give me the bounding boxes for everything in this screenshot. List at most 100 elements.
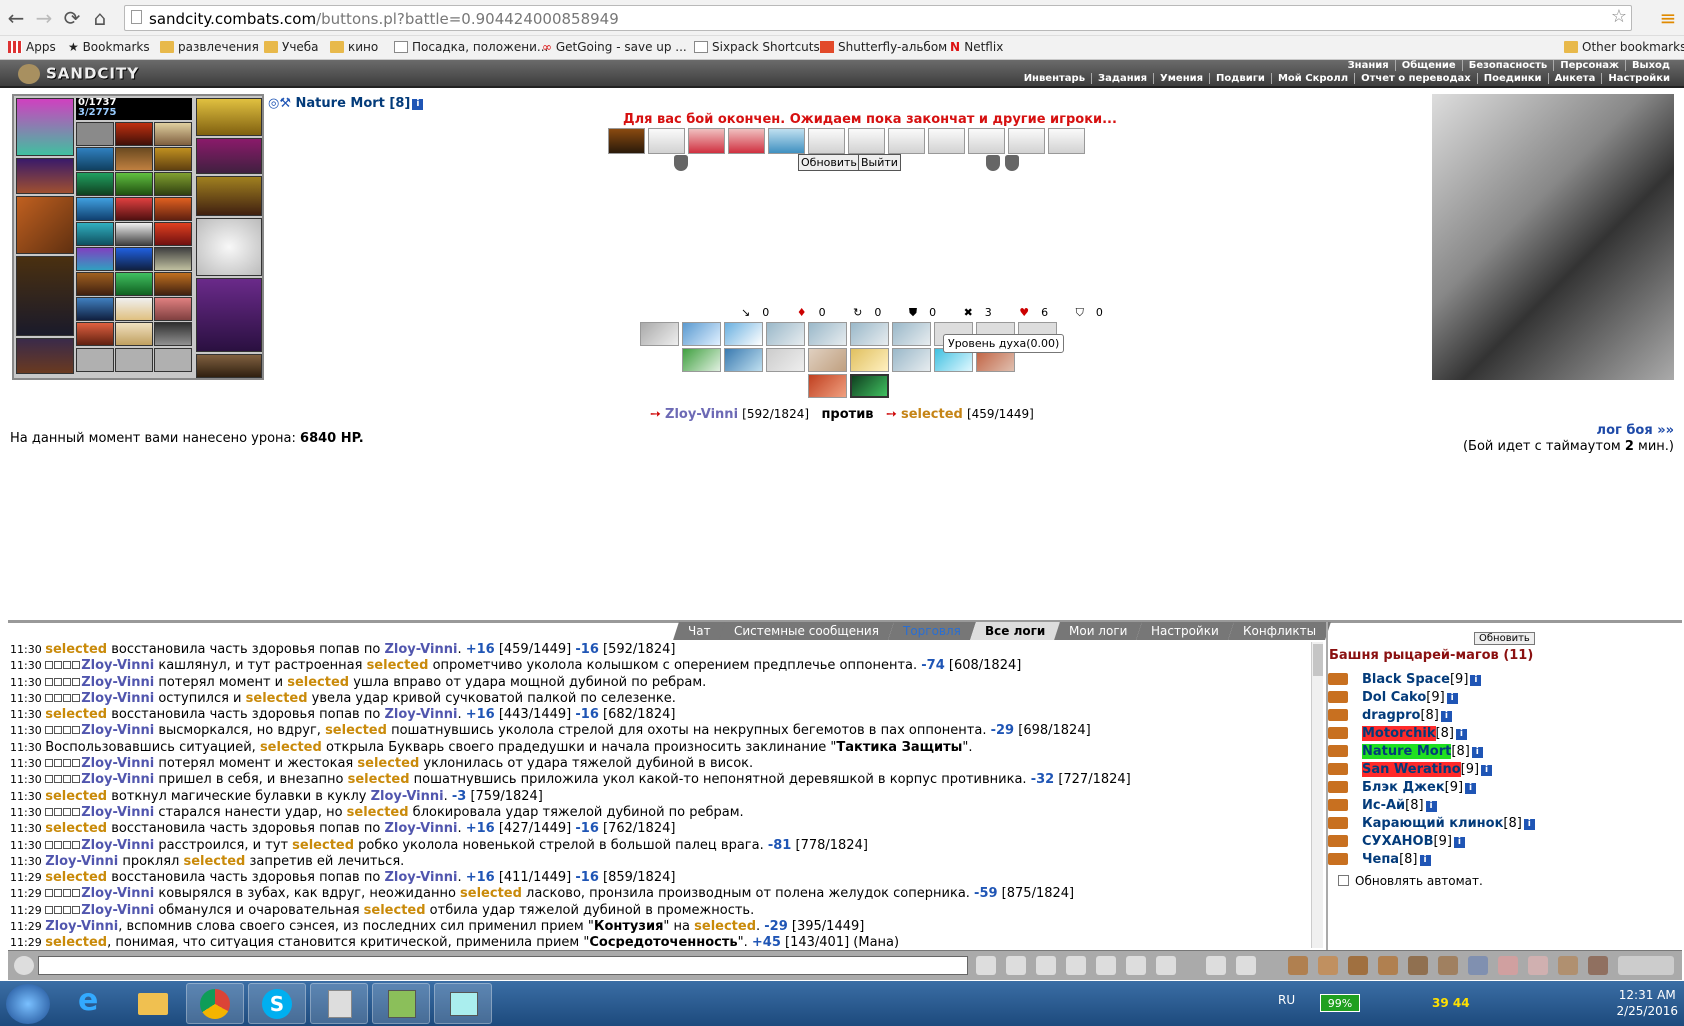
fighter-2[interactable]: selected — [901, 407, 963, 422]
tab-all-logs[interactable]: Все логи — [969, 622, 1061, 640]
weapon-slot[interactable] — [16, 196, 74, 254]
amulet-slot[interactable] — [196, 98, 262, 136]
clan-member[interactable]: dragpro[8] i — [1328, 708, 1452, 723]
skill-slot[interactable] — [640, 322, 679, 346]
menu-duels[interactable]: Поединки — [1476, 73, 1548, 84]
rune-slot[interactable] — [154, 122, 192, 146]
tab-trade[interactable]: Торговля — [888, 622, 977, 640]
spell-slot[interactable] — [76, 247, 114, 271]
quest-icon[interactable] — [1438, 956, 1458, 975]
bookmark-other[interactable]: Other bookmarks — [1564, 40, 1684, 54]
tools-icon[interactable] — [1318, 956, 1338, 975]
globe-icon[interactable] — [1468, 956, 1488, 975]
ring-slot[interactable] — [196, 138, 262, 174]
log-scrollbar[interactable] — [1311, 642, 1323, 948]
tab-system[interactable]: Системные сообщения — [719, 622, 895, 640]
exit-button[interactable]: Выйти — [858, 154, 901, 171]
app-icon[interactable] — [372, 983, 430, 1024]
skill-slot[interactable] — [850, 322, 889, 346]
clan-member[interactable]: Блэк Джек[9] i — [1328, 780, 1477, 795]
clear-icon[interactable] — [1006, 956, 1026, 975]
clan-refresh-button[interactable]: Обновить — [1474, 632, 1535, 645]
spell-slot[interactable] — [76, 297, 114, 321]
auto-update-checkbox[interactable] — [1338, 875, 1349, 886]
spell-slot[interactable] — [115, 322, 153, 346]
menu-communication[interactable]: Общение — [1394, 60, 1462, 71]
bookmark-bookmarks[interactable]: ★ Bookmarks — [68, 40, 150, 54]
spell-slot[interactable] — [154, 247, 192, 271]
menu-quests[interactable]: Задания — [1091, 73, 1154, 84]
empty-slot[interactable] — [76, 348, 114, 372]
helmet-slot[interactable] — [16, 98, 74, 156]
bookmark-netflix[interactable]: N Netflix — [950, 40, 1003, 54]
skype-icon[interactable]: S — [248, 983, 306, 1024]
spell-slot[interactable] — [76, 147, 114, 171]
save-icon[interactable] — [1066, 956, 1086, 975]
bookmark-getgoing[interactable]: ∞ GetGoing - save up ... — [542, 40, 687, 54]
bookmark-folder[interactable]: кино — [330, 40, 378, 54]
spell-slot[interactable] — [154, 172, 192, 196]
smile-icon[interactable] — [1206, 956, 1226, 975]
potion-icon[interactable] — [1348, 956, 1368, 975]
clan-member[interactable]: Black Space[9] i — [1328, 672, 1482, 687]
clan-member[interactable]: Ис-Ай[8] i — [1328, 798, 1437, 813]
clan-member[interactable]: СУХАНОВ[9] i — [1328, 834, 1465, 849]
spell-slot[interactable] — [76, 197, 114, 221]
skill-slot[interactable] — [892, 322, 931, 346]
clan-member[interactable]: Motorchik[8] i — [1328, 726, 1467, 741]
spell-slot[interactable] — [115, 247, 153, 271]
fighter-icon[interactable] — [1096, 956, 1116, 975]
scroll-thumb[interactable] — [1313, 644, 1323, 676]
clan-member[interactable]: Карающий клинок[8] i — [1328, 816, 1535, 831]
start-button[interactable] — [6, 984, 50, 1024]
refresh-button[interactable]: Обновить — [798, 154, 860, 171]
language-indicator[interactable]: RU — [1278, 993, 1295, 1007]
skill-slot[interactable] — [724, 322, 763, 346]
belt-slot[interactable] — [16, 338, 74, 374]
stats-icon[interactable] — [1126, 956, 1146, 975]
bookmark-shutterfly[interactable]: Shutterfly-альбом — [820, 40, 947, 54]
info-icon[interactable]: i — [412, 99, 424, 110]
character-avatar[interactable] — [1432, 94, 1674, 380]
active-effect[interactable] — [688, 128, 725, 154]
gloves-slot[interactable] — [196, 176, 262, 216]
home-icon[interactable]: ⌂ — [88, 6, 112, 30]
shield-slot[interactable] — [196, 218, 262, 276]
helmet-icon[interactable] — [1236, 956, 1256, 975]
battle-log-link[interactable]: лог боя »» — [1597, 423, 1674, 438]
app-icon[interactable] — [434, 983, 492, 1024]
skill-slot[interactable] — [808, 374, 847, 398]
spell-slot[interactable] — [76, 172, 114, 196]
filter-icon[interactable] — [1036, 956, 1056, 975]
bookmark-folder[interactable]: развлечения — [160, 40, 259, 54]
tab-conflicts[interactable]: Конфликты — [1227, 622, 1332, 640]
empty-slot[interactable] — [115, 348, 153, 372]
menu-exit[interactable]: Выход — [1624, 60, 1676, 71]
clan-member[interactable]: San Weratino[9] i — [1328, 762, 1493, 777]
calculator-icon[interactable] — [310, 983, 368, 1024]
boots-slot[interactable] — [196, 354, 262, 378]
spell-slot[interactable] — [154, 222, 192, 246]
star-icon[interactable]: ☆ — [1611, 6, 1627, 27]
battery-indicator[interactable]: 99% — [1320, 994, 1360, 1012]
spell-slot[interactable] — [115, 197, 153, 221]
chest-icon[interactable] — [1378, 956, 1398, 975]
tab-settings[interactable]: Настройки — [1136, 622, 1235, 640]
skill-slot[interactable] — [766, 322, 805, 346]
skill-slot[interactable] — [724, 348, 763, 372]
spell-slot[interactable] — [115, 147, 153, 171]
skill-slot[interactable] — [892, 348, 931, 372]
skill-slot[interactable] — [808, 322, 847, 346]
clan-member[interactable]: Чепа[8] i — [1328, 852, 1431, 867]
clan-member[interactable]: Nature Mort[8] i — [1328, 744, 1483, 759]
menu-inventory[interactable]: Инвентарь — [1018, 73, 1091, 84]
clock[interactable]: 12:31 AM 2/25/2016 — [1616, 987, 1678, 1019]
menu-knowledge[interactable]: Знания — [1342, 60, 1395, 71]
rune-slot[interactable] — [76, 122, 114, 146]
tab-my-logs[interactable]: Мои логи — [1054, 622, 1143, 640]
menu-scroll[interactable]: Мой Скролл — [1270, 73, 1355, 84]
friends-icon[interactable] — [1528, 956, 1548, 975]
bookmark-folder[interactable]: Учеба — [264, 40, 319, 54]
fighter-1[interactable]: Zloy-Vinni — [665, 407, 738, 422]
spell-slot[interactable] — [115, 222, 153, 246]
